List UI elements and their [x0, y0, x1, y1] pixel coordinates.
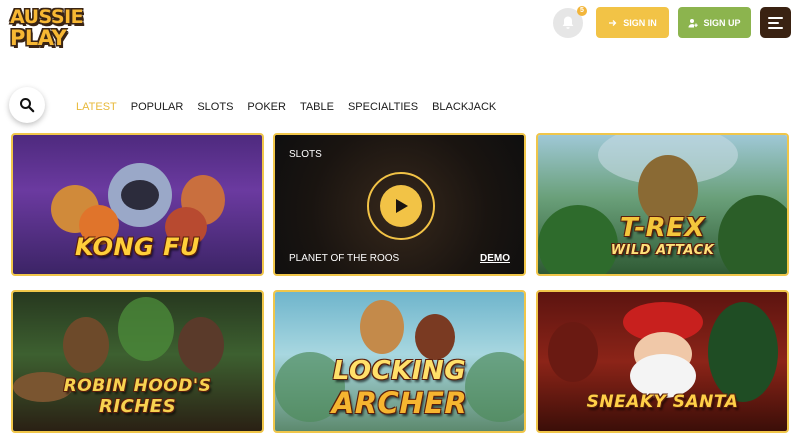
logo[interactable]: AUSSIE PLAY	[10, 6, 84, 52]
game-card-sneaky-santa[interactable]: SNEAKY SANTA	[536, 290, 789, 433]
tab-table[interactable]: TABLE	[300, 101, 334, 113]
tab-popular[interactable]: POPULAR	[131, 101, 184, 113]
logo-text-aussie: AUSSIE	[10, 6, 84, 28]
logo-text-play: PLAY	[10, 26, 67, 50]
game-card-robin-hoods-riches[interactable]: ROBIN HOOD'S RICHES	[11, 290, 264, 433]
play-button[interactable]	[367, 172, 435, 240]
game-title-line1: ROBIN HOOD'S	[63, 376, 212, 396]
game-title-line1: LOCKING	[332, 356, 467, 386]
bell-icon	[562, 16, 574, 29]
notification-count-badge: 5	[577, 6, 587, 16]
game-card-locking-archer[interactable]: LOCKING ARCHER	[273, 290, 526, 433]
play-icon	[396, 199, 408, 213]
sign-up-button[interactable]: SIGN UP	[678, 7, 751, 38]
game-title: KONG FU	[75, 233, 200, 261]
search-button[interactable]	[9, 87, 45, 123]
game-category-label: SLOTS	[289, 149, 322, 160]
tab-latest[interactable]: LATEST	[76, 101, 117, 113]
game-title-line1: T-REX	[619, 213, 706, 243]
sign-in-label: SIGN IN	[623, 17, 657, 28]
add-user-icon	[688, 18, 699, 27]
game-title-line2: RICHES	[98, 396, 177, 417]
game-name-label: PLANET OF THE ROOS	[289, 253, 400, 264]
sign-up-label: SIGN UP	[703, 17, 741, 28]
menu-button[interactable]	[760, 7, 791, 38]
sign-in-arrow-icon	[609, 19, 617, 26]
search-icon	[20, 98, 35, 113]
game-card-t-rex-wild-attack[interactable]: T-REX WILD ATTACK	[536, 133, 789, 276]
tab-blackjack[interactable]: BLACKJACK	[432, 101, 496, 113]
category-tabs: LATEST POPULAR SLOTS POKER TABLE SPECIAL…	[76, 101, 510, 113]
tab-slots[interactable]: SLOTS	[197, 101, 233, 113]
tab-specialties[interactable]: SPECIALTIES	[348, 101, 418, 113]
tab-poker[interactable]: POKER	[247, 101, 286, 113]
notifications-button[interactable]: 5	[553, 6, 587, 38]
game-title-line2: WILD ATTACK	[610, 243, 715, 258]
demo-link[interactable]: DEMO	[480, 253, 510, 264]
game-card-kong-fu[interactable]: KONG FU	[11, 133, 264, 276]
game-card-planet-of-the-roos[interactable]: SLOTS PLANET OF THE ROOS DEMO	[273, 133, 526, 276]
sign-in-button[interactable]: SIGN IN	[596, 7, 669, 38]
game-title-line2: ARCHER	[331, 386, 468, 420]
game-title: SNEAKY SANTA	[586, 392, 739, 412]
